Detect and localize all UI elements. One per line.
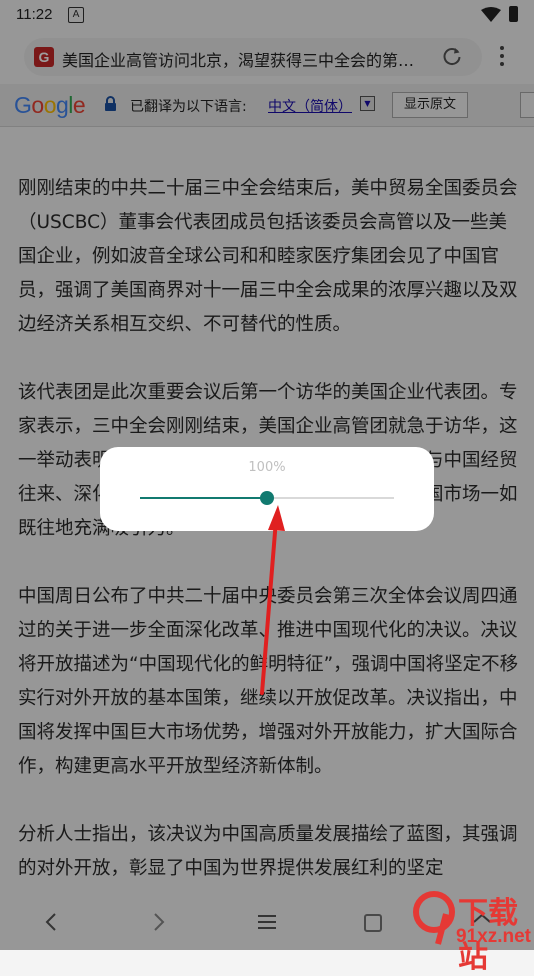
watermark: 下载站 91xz.net <box>412 884 534 975</box>
watermark-url: 91xz.net <box>456 926 531 947</box>
annotation-arrow <box>260 505 285 695</box>
